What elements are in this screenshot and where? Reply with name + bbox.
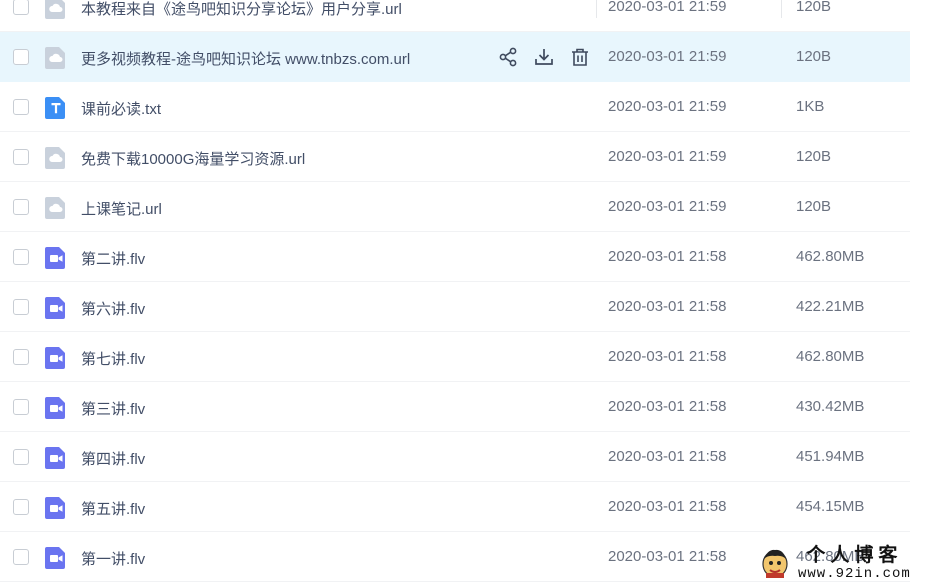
file-name[interactable]: 第七讲.flv (81, 348, 145, 369)
file-row[interactable]: 课前必读.txt 2020-03-01 21:59 1KB (0, 82, 910, 132)
row-checkbox[interactable] (13, 149, 29, 165)
download-icon[interactable] (533, 46, 555, 68)
file-size: 430.42MB (796, 398, 865, 415)
file-date: 2020-03-01 21:58 (608, 248, 727, 265)
file-name[interactable]: 课前必读.txt (81, 98, 161, 119)
file-name[interactable]: 第三讲.flv (81, 398, 145, 419)
file-list: 本教程来自《途鸟吧知识分享论坛》用户分享.url 2020-03-01 21:59… (0, 0, 950, 585)
row-checkbox[interactable] (13, 549, 29, 565)
watermark-url: www.92in.com (798, 565, 911, 582)
file-name[interactable]: 免费下载10000G海量学习资源.url (81, 148, 305, 169)
file-row[interactable]: 本教程来自《途鸟吧知识分享论坛》用户分享.url 2020-03-01 21:59… (0, 0, 910, 32)
row-checkbox[interactable] (13, 449, 29, 465)
share-icon[interactable] (497, 46, 519, 68)
avatar-icon (762, 549, 788, 578)
column-divider (781, 0, 782, 18)
file-size: 422.21MB (796, 298, 865, 315)
video-file-icon (45, 245, 67, 269)
file-name[interactable]: 本教程来自《途鸟吧知识分享论坛》用户分享.url (81, 0, 402, 19)
file-size: 451.94MB (796, 448, 865, 465)
file-date: 2020-03-01 21:59 (608, 0, 727, 15)
file-date: 2020-03-01 21:59 (608, 48, 727, 65)
watermark: 个人博客 www.92in.com (757, 540, 950, 585)
row-checkbox[interactable] (13, 349, 29, 365)
file-size: 120B (796, 148, 832, 165)
file-date: 2020-03-01 21:58 (608, 498, 727, 515)
row-checkbox[interactable] (13, 499, 29, 515)
file-name[interactable]: 第五讲.flv (81, 498, 145, 519)
file-size: 462.80MB (796, 348, 865, 365)
row-checkbox[interactable] (13, 199, 29, 215)
cloud-link-icon (45, 145, 67, 169)
row-checkbox[interactable] (13, 399, 29, 415)
row-checkbox[interactable] (13, 249, 29, 265)
file-name[interactable]: 第四讲.flv (81, 448, 145, 469)
video-file-icon (45, 295, 67, 319)
file-row[interactable]: 免费下载10000G海量学习资源.url 2020-03-01 21:59 120B (0, 132, 910, 182)
row-checkbox[interactable] (13, 299, 29, 315)
file-row[interactable]: 上课笔记.url 2020-03-01 21:59 120B (0, 182, 910, 232)
video-file-icon (45, 545, 67, 569)
video-file-icon (45, 395, 67, 419)
video-file-icon (45, 495, 67, 519)
file-row[interactable]: 第四讲.flv 2020-03-01 21:58 451.94MB (0, 432, 910, 482)
row-checkbox[interactable] (13, 0, 29, 15)
file-name[interactable]: 上课笔记.url (81, 198, 162, 219)
file-date: 2020-03-01 21:59 (608, 198, 727, 215)
file-date: 2020-03-01 21:59 (608, 98, 727, 115)
file-row[interactable]: 第五讲.flv 2020-03-01 21:58 454.15MB (0, 482, 910, 532)
watermark-title: 个人博客 (806, 543, 903, 566)
file-date: 2020-03-01 21:58 (608, 348, 727, 365)
file-date: 2020-03-01 21:58 (608, 548, 727, 565)
file-name[interactable]: 第二讲.flv (81, 248, 145, 269)
file-row[interactable]: 更多视频教程-途鸟吧知识论坛 www.tnbzs.com.url 2020-03-… (0, 32, 910, 82)
delete-icon[interactable] (569, 46, 591, 68)
file-name[interactable]: 更多视频教程-途鸟吧知识论坛 www.tnbzs.com.url (81, 48, 410, 69)
row-actions (497, 46, 591, 68)
video-file-icon (45, 445, 67, 469)
file-date: 2020-03-01 21:58 (608, 398, 727, 415)
file-size: 1KB (796, 98, 825, 115)
row-checkbox[interactable] (13, 49, 29, 65)
cloud-link-icon (45, 195, 67, 219)
file-row[interactable]: 第三讲.flv 2020-03-01 21:58 430.42MB (0, 382, 910, 432)
file-row[interactable]: 第七讲.flv 2020-03-01 21:58 462.80MB (0, 332, 910, 382)
file-size: 120B (796, 198, 832, 215)
file-row[interactable]: 第六讲.flv 2020-03-01 21:58 422.21MB (0, 282, 910, 332)
file-date: 2020-03-01 21:58 (608, 298, 727, 315)
file-size: 454.15MB (796, 498, 865, 515)
file-name[interactable]: 第六讲.flv (81, 298, 145, 319)
file-date: 2020-03-01 21:58 (608, 448, 727, 465)
file-size: 120B (796, 0, 832, 15)
video-file-icon (45, 345, 67, 369)
file-name[interactable]: 第一讲.flv (81, 548, 145, 569)
file-size: 120B (796, 48, 832, 65)
row-checkbox[interactable] (13, 99, 29, 115)
cloud-link-icon (45, 0, 67, 19)
file-row[interactable]: 第二讲.flv 2020-03-01 21:58 462.80MB (0, 232, 910, 282)
column-divider (596, 0, 597, 18)
text-file-icon (45, 95, 67, 119)
file-date: 2020-03-01 21:59 (608, 148, 727, 165)
cloud-link-icon (45, 45, 67, 69)
file-size: 462.80MB (796, 248, 865, 265)
